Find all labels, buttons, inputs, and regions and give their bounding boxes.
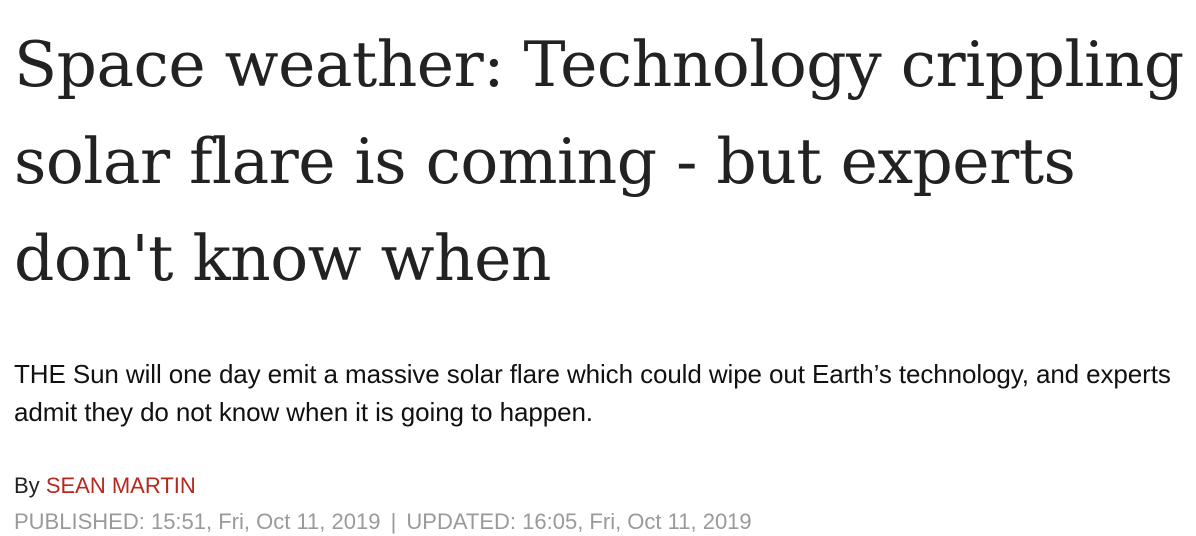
updated-value: 16:05, Fri, Oct 11, 2019 [522, 509, 752, 534]
headline: Space weather: Technology crippling sola… [14, 28, 1184, 295]
byline-prefix: By [14, 473, 40, 498]
published-value: 15:51, Fri, Oct 11, 2019 [150, 509, 381, 534]
date-separator: | [390, 509, 397, 534]
standfirst: THE Sun will one day emit a massive sola… [14, 359, 1171, 427]
publish-dates: PUBLISHED: 15:51, Fri, Oct 11, 2019 | UP… [14, 508, 1184, 536]
updated-label: UPDATED: [406, 509, 517, 534]
article-header: Space weather: Technology crippling sola… [14, 0, 1184, 536]
byline: By SEAN MARTIN [14, 472, 1184, 500]
author-link[interactable]: SEAN MARTIN [46, 473, 196, 498]
published-label: PUBLISHED: [14, 509, 145, 534]
